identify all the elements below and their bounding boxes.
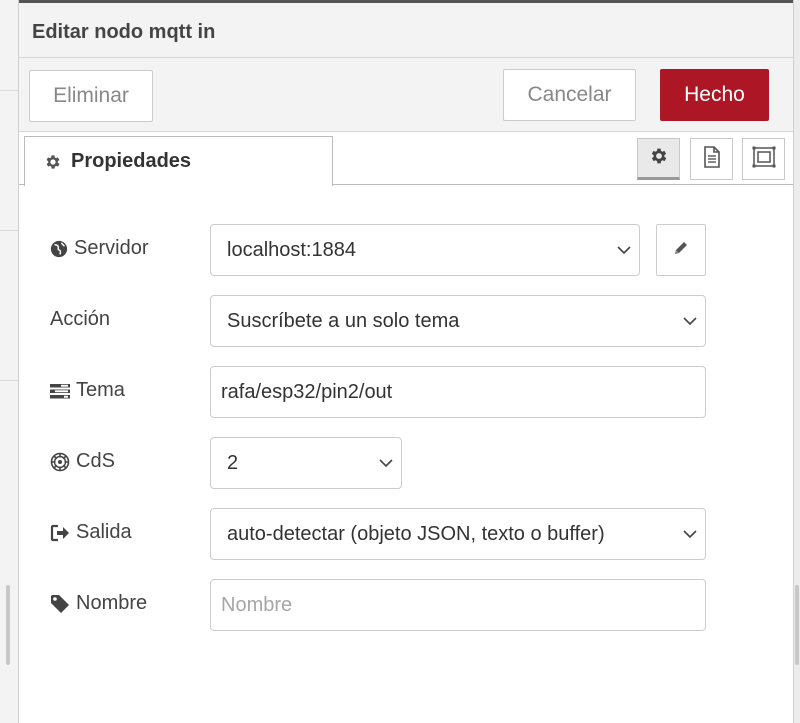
sign-out-icon — [50, 524, 70, 542]
name-label: Nombre — [50, 592, 147, 615]
action-label-text: Acción — [50, 308, 111, 330]
output-label-text: Salida — [76, 521, 132, 543]
action-select[interactable]: Suscríbete a un solo tema — [210, 295, 706, 347]
tray-toolbar: Eliminar Cancelar Hecho — [19, 58, 793, 132]
gear-icon — [649, 146, 669, 171]
tabs-row: Propiedades — [19, 132, 793, 186]
cancel-button[interactable]: Cancelar — [503, 69, 636, 121]
output-label: Salida — [50, 521, 132, 544]
gear-icon — [44, 153, 62, 171]
output-select[interactable]: auto-detectar (objeto JSON, texto o buff… — [210, 508, 706, 560]
name-label-text: Nombre — [76, 592, 148, 614]
server-select[interactable]: localhost:1884 — [210, 224, 640, 276]
resize-handle[interactable] — [6, 585, 10, 665]
chevron-down-icon — [609, 245, 639, 255]
server-label-text: Servidor — [74, 237, 149, 259]
qos-label: CdS — [50, 450, 115, 473]
qos-value: 2 — [227, 451, 239, 474]
tab-description-button[interactable] — [690, 138, 733, 180]
action-label: Acción — [50, 308, 110, 331]
pencil-icon — [673, 240, 689, 261]
edit-tray: Editar nodo mqtt in Eliminar Cancelar He… — [18, 0, 794, 723]
tab-properties-label: Propiedades — [71, 150, 192, 172]
action-value: Suscríbete a un solo tema — [227, 309, 460, 332]
topic-input[interactable]: rafa/esp32/pin2/out — [210, 366, 706, 418]
tab-appearance-button[interactable] — [742, 138, 785, 180]
name-placeholder: Nombre — [221, 593, 293, 616]
empire-icon — [50, 452, 70, 472]
tab-properties[interactable]: Propiedades — [24, 136, 333, 186]
output-value: auto-detectar (objeto JSON, texto o buff… — [227, 522, 605, 545]
tag-icon — [50, 594, 70, 614]
server-label: Servidor — [50, 237, 148, 260]
tray-header: Editar nodo mqtt in — [19, 3, 793, 58]
globe-icon — [50, 240, 68, 258]
properties-form: Servidor localhost:1884 Acción Suscríbet… — [19, 185, 793, 723]
server-value: localhost:1884 — [227, 238, 356, 261]
tab-settings-button[interactable] — [637, 138, 680, 180]
document-icon — [703, 145, 721, 173]
done-button[interactable]: Hecho — [660, 69, 769, 121]
scrollbar-track — [794, 0, 800, 723]
edit-server-button[interactable] — [656, 224, 706, 276]
scrollbar-thumb[interactable] — [795, 585, 799, 665]
chevron-down-icon — [371, 458, 401, 468]
name-input[interactable]: Nombre — [210, 579, 706, 631]
topic-label-text: Tema — [76, 379, 125, 401]
tray-title: Editar nodo mqtt in — [32, 21, 216, 43]
delete-button[interactable]: Eliminar — [29, 70, 153, 122]
topic-label: Tema — [50, 379, 125, 402]
tasks-icon — [50, 383, 70, 399]
chevron-down-icon — [675, 316, 705, 326]
topic-value: rafa/esp32/pin2/out — [221, 380, 393, 403]
qos-label-text: CdS — [76, 450, 115, 472]
chevron-down-icon — [675, 529, 705, 539]
workspace-edge — [0, 0, 18, 723]
appearance-icon — [752, 146, 776, 173]
qos-select[interactable]: 2 — [210, 437, 402, 489]
